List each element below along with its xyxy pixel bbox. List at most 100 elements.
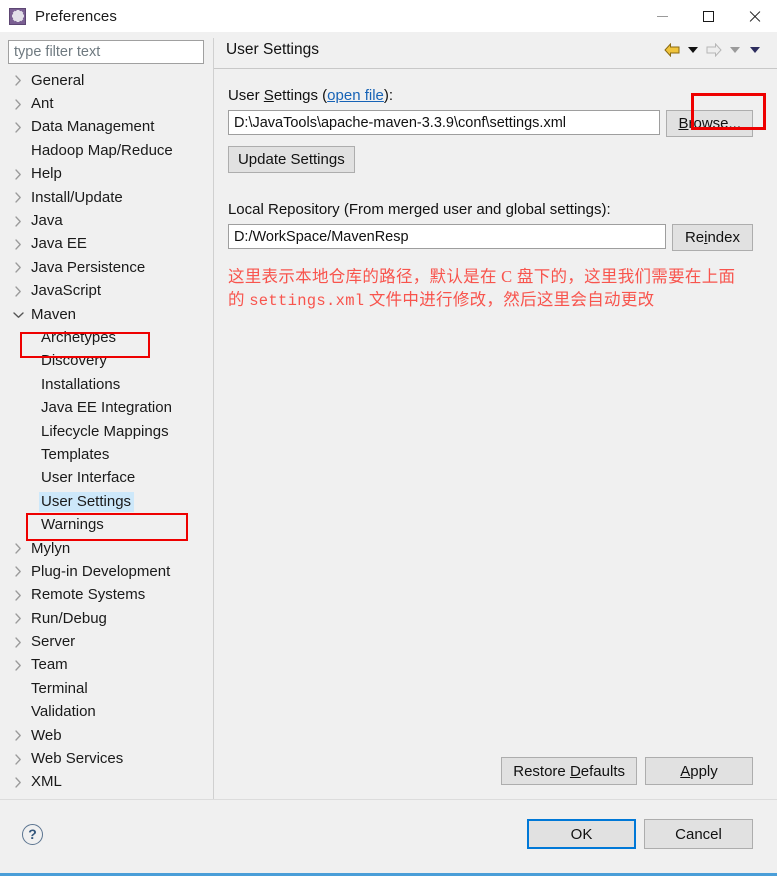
sidebar-item-label: Team [31,656,68,674]
sidebar-item-terminal[interactable]: Terminal [8,677,213,700]
sidebar-item-general[interactable]: General [8,69,213,92]
chevron-right-icon[interactable] [10,636,26,648]
local-repository-label: Local Repository (From merged user and g… [227,201,611,218]
chevron-down-icon[interactable] [10,311,26,319]
open-file-link[interactable]: open file [327,87,384,104]
browse-mnemonic: B [678,115,689,132]
browse-label-rest: rowse... [688,115,741,132]
sidebar-item-server[interactable]: Server [8,630,213,653]
sidebar-item-label: Installations [41,375,121,393]
page-header: User Settings [213,32,777,69]
sidebar-item-web-services[interactable]: Web Services [8,747,213,770]
sidebar-item-web[interactable]: Web [8,724,213,747]
reindex-label-after: ndex [707,229,740,246]
sidebar-item-mylyn[interactable]: Mylyn [8,537,213,560]
sidebar-item-label: XML [31,773,62,791]
sidebar-item-label: Warnings [41,516,104,534]
sidebar-item-run-debug[interactable]: Run/Debug [8,607,213,630]
sidebar-item-help[interactable]: Help [8,163,213,186]
sidebar-item-warnings[interactable]: Warnings [8,513,213,536]
sidebar-item-label: Mylyn [31,539,71,557]
user-settings-path-input[interactable] [227,110,661,135]
page-title: User Settings [225,41,319,58]
sidebar-item-label: Java Persistence [31,258,146,276]
sidebar: General Ant Data Management Hadoop Map/Redu… [0,32,213,799]
search-input[interactable] [8,40,204,64]
update-settings-button[interactable]: Update Settings [227,146,355,173]
sidebar-item-label: Help [31,165,62,183]
chevron-right-icon[interactable] [10,730,26,741]
sidebar-item-lifecycle-mappings[interactable]: Lifecycle Mappings [8,420,213,443]
browse-button[interactable]: Browse... [666,110,753,137]
sidebar-item-install-update[interactable]: Install/Update [8,186,213,209]
sidebar-item-user-interface[interactable]: User Interface [8,467,213,490]
sidebar-item-templates[interactable]: Templates [8,443,213,466]
restore-defaults-button[interactable]: Restore Defaults [501,757,637,785]
settings-pane: User Settings User Settings (open file):… [213,32,777,799]
chevron-right-icon[interactable] [10,613,26,624]
chevron-right-icon[interactable] [10,286,26,297]
cancel-button[interactable]: Cancel [644,819,753,849]
chevron-right-icon[interactable] [10,75,26,86]
dialog-body: General Ant Data Management Hadoop Map/Redu… [0,32,777,799]
sidebar-item-team[interactable]: Team [8,654,213,677]
reindex-button[interactable]: Reindex [671,224,753,251]
annotation-line-3: 动更改 [604,290,655,310]
user-settings-label-mnemonic: S [263,87,274,104]
chevron-right-icon[interactable] [10,98,26,110]
chevron-right-icon[interactable] [10,753,26,765]
chevron-right-icon[interactable] [10,566,26,578]
sidebar-item-remote-systems[interactable]: Remote Systems [8,584,213,607]
apply-button[interactable]: Apply [645,757,753,785]
chevron-right-icon[interactable] [10,543,26,554]
view-menu-chevron-down-icon[interactable] [745,47,765,53]
sidebar-item-java-ee[interactable]: Java EE [8,233,213,256]
sidebar-item-validation[interactable]: Validation [8,701,213,724]
sidebar-item-label: JavaScript [31,282,102,300]
chevron-right-icon[interactable] [10,215,26,227]
local-repository-row: Reindex [227,224,753,251]
preferences-dialog: Preferences General Ant Data Management Had… [0,0,777,876]
help-icon[interactable]: ? [22,823,43,845]
maximize-icon[interactable] [685,0,731,32]
sidebar-item-java-ee-integration[interactable]: Java EE Integration [8,396,213,419]
window-controls [639,0,777,32]
restore-label-after: efaults [580,762,625,780]
chevron-right-icon[interactable] [10,192,26,203]
chevron-right-icon[interactable] [10,169,26,180]
sidebar-item-java-persistence[interactable]: Java Persistence [8,256,213,279]
sidebar-item-xml[interactable]: XML [8,771,213,794]
sidebar-item-data-management[interactable]: Data Management [8,116,213,139]
chevron-right-icon[interactable] [10,660,26,671]
sidebar-item-discovery[interactable]: Discovery [8,350,213,373]
local-repository-input[interactable] [227,224,666,249]
sidebar-item-label: Run/Debug [31,609,107,627]
sidebar-item-ant[interactable]: Ant [8,92,213,115]
sidebar-item-java[interactable]: Java [8,209,213,232]
back-dropdown-chevron-down-icon[interactable] [683,47,703,53]
sidebar-item-label: Plug-in Development [31,562,171,580]
minimize-icon[interactable] [639,0,685,32]
chevron-right-icon[interactable] [10,590,26,601]
user-settings-label-before: User [227,87,264,104]
sidebar-item-label: Maven [31,305,77,323]
chevron-right-icon[interactable] [10,239,26,250]
sidebar-item-javascript[interactable]: JavaScript [8,280,213,303]
sidebar-item-archetypes[interactable]: Archetypes [8,326,213,349]
chevron-right-icon[interactable] [10,122,26,133]
chevron-right-icon[interactable] [10,777,26,788]
annotation-line-2b: 文件中进行修改，然后这里会自 [364,290,605,310]
user-settings-label-after: ettings ( [273,87,328,104]
sidebar-item-label: Web [31,726,62,744]
reindex-label-before: Re [684,229,705,246]
ok-button[interactable]: OK [527,819,636,849]
local-repository-block: Local Repository (From merged user and g… [227,201,753,251]
sidebar-item-user-settings[interactable]: User Settings [8,490,213,513]
sidebar-item-installations[interactable]: Installations [8,373,213,396]
back-arrow-icon[interactable] [661,43,683,57]
chevron-right-icon[interactable] [10,262,26,273]
sidebar-item-plug-in-development[interactable]: Plug-in Development [8,560,213,583]
close-icon[interactable] [731,0,777,32]
sidebar-item-hadoop-map-reduce[interactable]: Hadoop Map/Reduce [8,139,213,162]
sidebar-item-maven[interactable]: Maven [8,303,213,326]
